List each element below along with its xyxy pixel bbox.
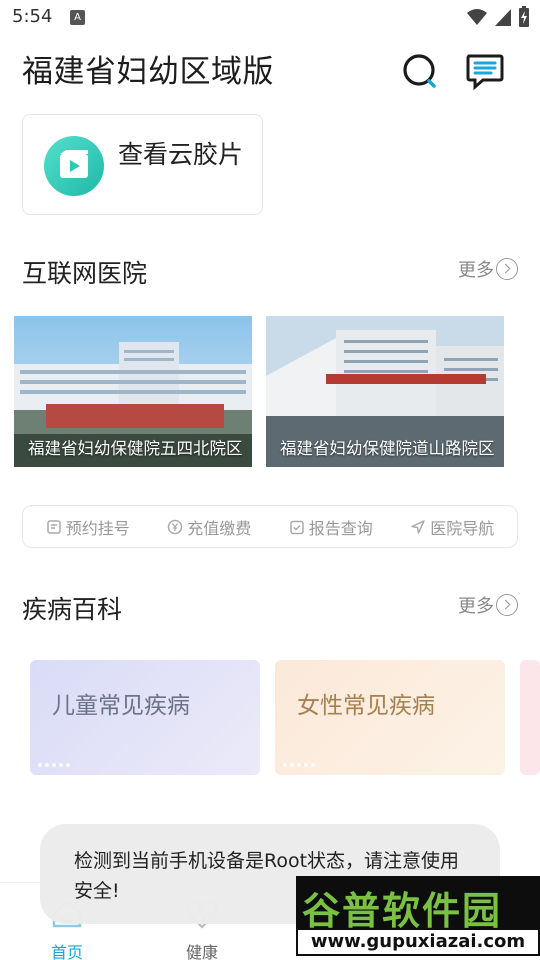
search-icon[interactable]: [400, 50, 442, 92]
quick-actions-bar: 预约挂号 充值缴费 报告查询 医院导航: [22, 505, 518, 548]
status-bar: 5:54 A: [0, 0, 540, 36]
navigation-icon: [411, 519, 425, 534]
hospital-caption: 福建省妇幼保健院道山路院区: [280, 439, 495, 458]
decor-dots: [38, 763, 70, 767]
hospital-card-daoshanlu[interactable]: 福建省妇幼保健院道山路院区: [266, 316, 504, 467]
quick-action-label: 预约挂号: [65, 518, 130, 538]
film-clapper-icon: [44, 136, 104, 196]
wifi-icon: [467, 9, 487, 25]
status-icons: [466, 6, 530, 28]
disease-card-label: 儿童常见疾病: [52, 693, 190, 719]
watermark-brand: 谷普软件园: [302, 889, 503, 933]
disease-wiki-more-link[interactable]: 更多: [458, 592, 518, 618]
quick-action-report[interactable]: 报告查询: [289, 515, 373, 539]
page-title: 福建省妇幼区域版: [22, 54, 274, 90]
nav-label: 健康: [185, 943, 218, 960]
yen-icon: [167, 519, 183, 534]
disease-card-children[interactable]: 儿童常见疾病: [30, 660, 260, 775]
cell-signal-icon: [495, 9, 511, 26]
quick-action-label: 报告查询: [308, 518, 373, 538]
quick-action-label: 医院导航: [430, 518, 495, 538]
quick-action-label: 充值缴费: [187, 518, 252, 538]
quick-action-payment[interactable]: 充值缴费: [167, 515, 251, 539]
more-label: 更多: [458, 596, 494, 617]
report-check-icon: [289, 520, 304, 534]
app-header: 福建省妇幼区域版: [0, 36, 540, 104]
register-icon: [46, 519, 61, 534]
status-time: 5:54: [12, 6, 53, 27]
watermark-logo: 谷普软件园 www.gupuxiazai.com: [296, 876, 540, 956]
quick-action-register[interactable]: 预约挂号: [46, 515, 130, 539]
watermark-url: www.gupuxiazai.com: [298, 930, 538, 954]
message-icon[interactable]: [463, 50, 505, 92]
internet-hospital-title: 互联网医院: [22, 259, 148, 288]
disease-wiki-title: 疾病百科: [22, 595, 123, 624]
cloud-film-card[interactable]: 查看云胶片: [22, 114, 263, 215]
cloud-film-label: 查看云胶片: [118, 140, 244, 169]
battery-icon: [519, 6, 529, 27]
quick-action-navigation[interactable]: 医院导航: [410, 515, 494, 539]
chevron-right-icon: [496, 258, 518, 280]
nav-label: 首页: [50, 943, 83, 960]
hospital-card-wusibei[interactable]: 福建省妇幼保健院五四北院区: [14, 316, 252, 467]
chevron-right-icon: [496, 594, 518, 616]
notification-a-icon: A: [70, 10, 85, 25]
internet-hospital-more-link[interactable]: 更多: [458, 256, 518, 282]
disease-card-label: 女性常见疾病: [297, 693, 435, 719]
disease-card-women[interactable]: 女性常见疾病: [275, 660, 505, 775]
more-label: 更多: [458, 260, 494, 281]
disease-card-peek[interactable]: [520, 660, 540, 775]
decor-dots: [283, 763, 315, 767]
hospital-caption: 福建省妇幼保健院五四北院区: [28, 439, 243, 458]
